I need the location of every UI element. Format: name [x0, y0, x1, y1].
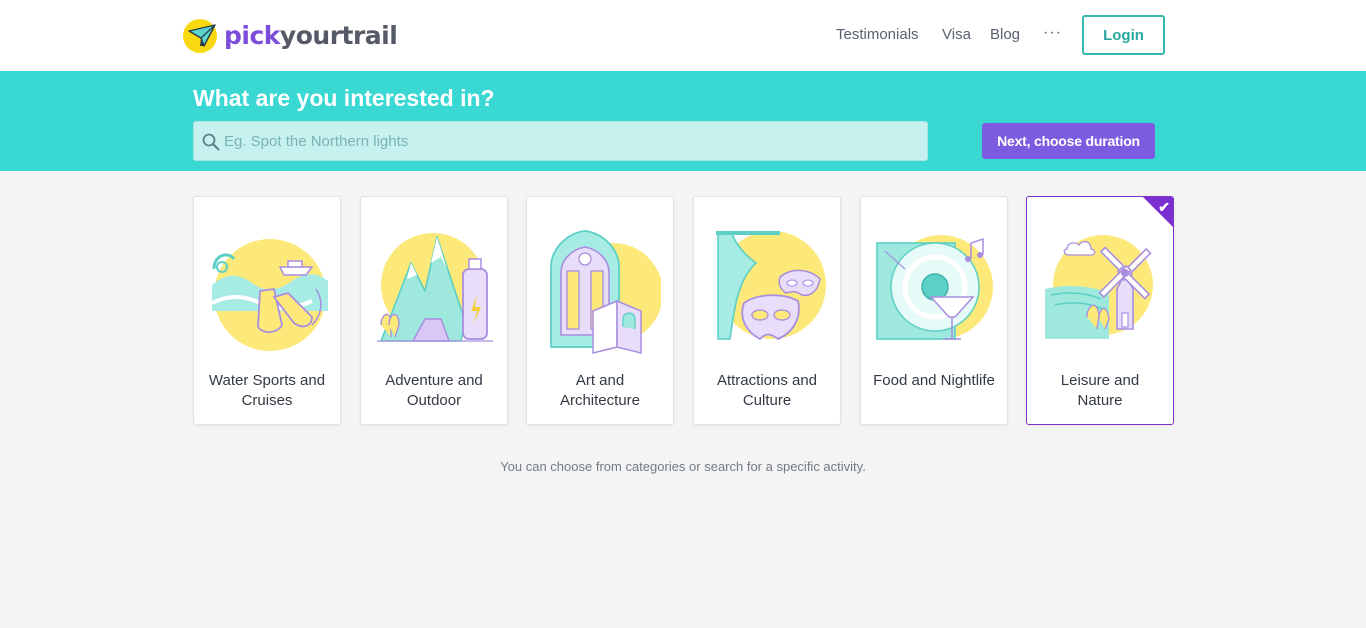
- interest-search-banner: What are you interested in? Next, choose…: [0, 71, 1366, 171]
- water-sports-illustration-icon: [211, 239, 328, 351]
- nature-illustration-icon: [1045, 235, 1153, 339]
- nav-blog[interactable]: Blog: [990, 26, 1020, 46]
- category-card-art[interactable]: Art and Architecture: [526, 196, 674, 425]
- login-button[interactable]: Login: [1082, 15, 1165, 55]
- culture-illustration-icon: [716, 231, 826, 341]
- nav-testimonials[interactable]: Testimonials: [836, 26, 919, 46]
- category-card-culture[interactable]: Attractions and Culture: [693, 196, 841, 425]
- checkmark-icon: ✔: [1158, 199, 1170, 215]
- category-label: Food and Nightlife: [873, 372, 995, 389]
- more-menu-icon[interactable]: ···: [1043, 24, 1062, 44]
- category-label: Art and Architecture: [559, 372, 641, 409]
- category-label: Leisure and Nature: [1060, 372, 1140, 409]
- category-label: Attractions and Culture: [716, 372, 818, 409]
- helper-text: You can choose from categories or search…: [500, 459, 866, 474]
- nav-visa[interactable]: Visa: [942, 26, 971, 46]
- category-card-adventure[interactable]: Adventure and Outdoor: [360, 196, 508, 425]
- page-title: What are you interested in?: [193, 85, 495, 111]
- paper-plane-logo-icon: [183, 19, 217, 53]
- search-icon: [202, 133, 220, 151]
- category-card-nature[interactable]: ✔ Leisure and Nature: [1026, 196, 1174, 425]
- next-choose-duration-button[interactable]: Next, choose duration: [982, 123, 1155, 159]
- category-card-nightlife[interactable]: Food and Nightlife: [860, 196, 1008, 425]
- category-card-water-sports[interactable]: Water Sports and Cruises: [193, 196, 341, 425]
- architecture-illustration-icon: [550, 230, 661, 354]
- category-label: Water Sports and Cruises: [208, 372, 326, 409]
- search-input[interactable]: [224, 122, 914, 160]
- top-header: pickyourtrail Testimonials Visa Blog ···…: [0, 0, 1366, 71]
- brand-name: pickyourtrail: [224, 20, 398, 50]
- adventure-illustration-icon: [377, 233, 493, 342]
- category-label: Adventure and Outdoor: [385, 372, 483, 409]
- search-box[interactable]: [193, 121, 928, 161]
- brand-logo[interactable]: pickyourtrail: [182, 15, 398, 55]
- nightlife-illustration-icon: [876, 235, 993, 340]
